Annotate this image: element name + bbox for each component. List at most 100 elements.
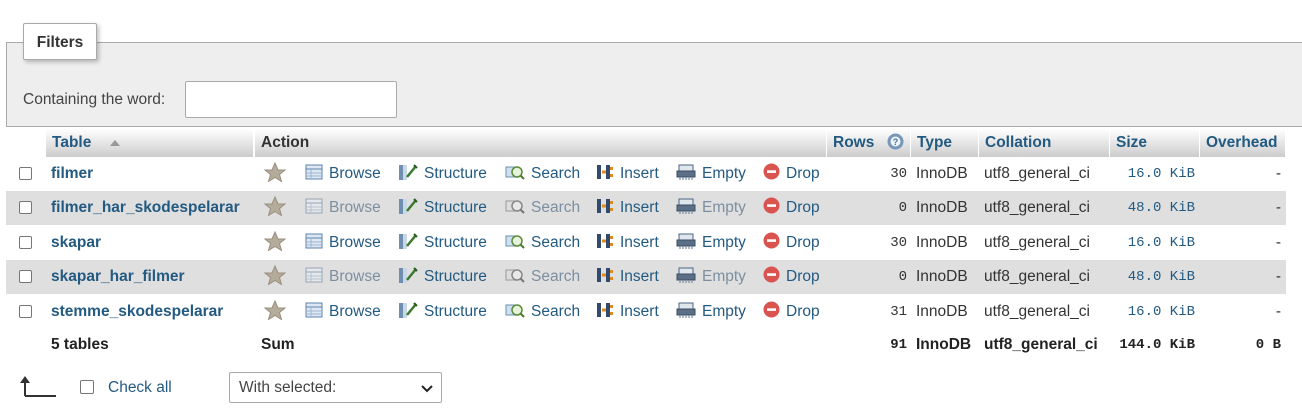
insert-action[interactable]: Insert <box>596 157 659 191</box>
collation-value: utf8_general_ci <box>984 234 1090 251</box>
filter-word-input[interactable] <box>185 81 397 118</box>
header-type[interactable]: Type <box>911 129 979 157</box>
structure-icon <box>399 267 418 283</box>
summary-label: Sum <box>261 336 295 353</box>
empty-action[interactable]: Empty <box>676 191 746 225</box>
overhead-value: - <box>1275 199 1281 216</box>
search-action[interactable]: Search <box>505 191 580 225</box>
insert-action[interactable]: Insert <box>596 260 659 294</box>
favorite-cell[interactable] <box>264 295 292 329</box>
engine-type: InnoDB <box>916 268 968 285</box>
header-size[interactable]: Size <box>1110 129 1200 157</box>
search-action[interactable]: Search <box>505 226 580 260</box>
browse-action[interactable]: Browse <box>305 295 381 329</box>
table-name-link[interactable]: skapar <box>51 226 101 260</box>
structure-action[interactable]: Structure <box>398 191 487 225</box>
size-link[interactable]: 16.0 KiB <box>1110 295 1195 329</box>
structure-action[interactable]: Structure <box>398 157 487 191</box>
drop-action[interactable]: Drop <box>763 157 820 191</box>
browse-icon <box>305 267 323 283</box>
overhead-value: - <box>1275 234 1281 251</box>
insert-action[interactable]: Insert <box>596 191 659 225</box>
row-checkbox[interactable] <box>19 201 32 214</box>
favorite-cell[interactable] <box>264 157 292 191</box>
structure-action[interactable]: Structure <box>398 226 487 260</box>
engine-type: InnoDB <box>916 165 968 182</box>
browse-icon <box>305 302 323 318</box>
favorite-star-icon[interactable] <box>264 299 286 320</box>
structure-icon <box>399 198 418 214</box>
favorite-star-icon[interactable] <box>264 264 286 285</box>
help-icon[interactable]: ? <box>887 133 904 150</box>
empty-action[interactable]: Empty <box>676 295 746 329</box>
structure-action[interactable]: Structure <box>398 295 487 329</box>
row-checkbox[interactable] <box>19 167 32 180</box>
header-rows[interactable]: Rows ? <box>827 129 911 157</box>
header-action: Action <box>255 129 827 157</box>
header-table[interactable]: Table <box>46 129 254 157</box>
empty-table-icon <box>676 198 696 214</box>
summary-collation: utf8_general_ci <box>984 336 1098 353</box>
row-checkbox[interactable] <box>19 236 32 249</box>
filter-label: Containing the word: <box>23 91 166 108</box>
insert-action[interactable]: Insert <box>596 295 659 329</box>
overhead-value: - <box>1275 268 1281 285</box>
table-header-row: Table Action Rows ? Type Collation Size … <box>6 129 1286 157</box>
check-all-label[interactable]: Check all <box>108 378 172 398</box>
empty-action[interactable]: Empty <box>676 260 746 294</box>
size-link[interactable]: 16.0 KiB <box>1110 157 1195 191</box>
check-all-arrow-icon <box>20 376 56 397</box>
collation-value: utf8_general_ci <box>984 165 1090 182</box>
drop-icon <box>763 301 780 318</box>
engine-type: InnoDB <box>916 234 968 251</box>
table-name-link[interactable]: skapar_har_filmer <box>51 260 185 294</box>
drop-action[interactable]: Drop <box>763 226 820 260</box>
insert-action[interactable]: Insert <box>596 226 659 260</box>
insert-icon <box>597 302 613 317</box>
filters-legend[interactable]: Filters <box>23 23 97 60</box>
summary-rows: 91 <box>890 337 907 353</box>
row-count: 30 <box>890 235 907 251</box>
browse-action[interactable]: Browse <box>305 191 381 225</box>
empty-action[interactable]: Empty <box>676 226 746 260</box>
row-checkbox[interactable] <box>19 305 32 318</box>
size-link[interactable]: 48.0 KiB <box>1110 260 1195 294</box>
size-link[interactable]: 16.0 KiB <box>1110 226 1195 260</box>
favorite-cell[interactable] <box>264 260 292 294</box>
browse-action[interactable]: Browse <box>305 226 381 260</box>
chevron-down-icon <box>421 385 433 393</box>
check-all-checkbox[interactable] <box>80 380 94 394</box>
favorite-cell[interactable] <box>264 191 292 225</box>
summary-row: 5 tables Sum 91 InnoDB utf8_general_ci 1… <box>6 328 1286 362</box>
browse-action[interactable]: Browse <box>305 157 381 191</box>
empty-action[interactable]: Empty <box>676 157 746 191</box>
with-selected-dropdown[interactable]: With selected: <box>229 372 442 403</box>
size-link[interactable]: 48.0 KiB <box>1110 191 1195 225</box>
row-checkbox[interactable] <box>19 270 32 283</box>
header-overhead[interactable]: Overhead <box>1200 129 1286 157</box>
search-action[interactable]: Search <box>505 157 580 191</box>
search-action[interactable]: Search <box>505 295 580 329</box>
empty-table-icon <box>676 164 696 180</box>
drop-action[interactable]: Drop <box>763 260 820 294</box>
empty-table-icon <box>676 302 696 318</box>
drop-icon <box>763 163 780 180</box>
search-icon <box>505 269 525 283</box>
table-name-link[interactable]: stemme_skodespelarar <box>51 295 223 329</box>
header-collation[interactable]: Collation <box>979 129 1110 157</box>
table-name-link[interactable]: filmer <box>51 157 93 191</box>
drop-action[interactable]: Drop <box>763 191 820 225</box>
search-action[interactable]: Search <box>505 260 580 294</box>
table-row: stemme_skodespelarar Browse Structure Searc… <box>6 295 1286 329</box>
browse-icon <box>305 233 323 249</box>
favorite-star-icon[interactable] <box>264 195 286 216</box>
browse-action[interactable]: Browse <box>305 260 381 294</box>
favorite-cell[interactable] <box>264 226 292 260</box>
favorite-star-icon[interactable] <box>264 161 286 182</box>
insert-icon <box>597 267 613 282</box>
favorite-star-icon[interactable] <box>264 230 286 251</box>
drop-action[interactable]: Drop <box>763 295 820 329</box>
engine-type: InnoDB <box>916 199 968 216</box>
table-name-link[interactable]: filmer_har_skodespelarar <box>51 191 240 225</box>
structure-action[interactable]: Structure <box>398 260 487 294</box>
